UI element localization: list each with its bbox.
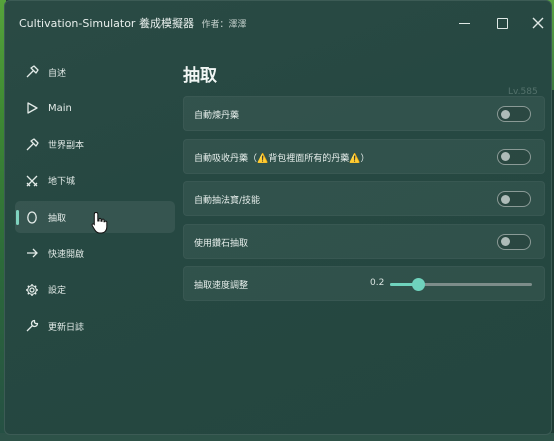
close-icon (532, 17, 544, 29)
setting-label-text: 自動吸收丹藥（ (194, 153, 258, 164)
setting-row: 自動抽法寶/技能 (183, 181, 545, 217)
setting-warning-text: 背包裡面所有的丹藥 (268, 153, 350, 164)
sidebar-item-label: 抽取 (48, 213, 67, 224)
sidebar-item-label: Main (48, 102, 72, 114)
sidebar-item-label: 設定 (48, 286, 67, 297)
setting-row: 自動煉丹藥 (183, 96, 545, 131)
close-button[interactable] (523, 11, 551, 35)
maximize-icon (496, 17, 508, 29)
app-title: Cultivation-Simulator 養成模擬器 作者：澤澤 (19, 15, 246, 31)
maximize-button[interactable] (487, 11, 517, 35)
diamond-draw-toggle[interactable] (497, 233, 531, 250)
sidebar-item-label: 自述 (48, 68, 67, 79)
setting-label: 抽取速度調整 (194, 281, 249, 292)
setting-row: 自動吸收丹藥（⚠️背包裡面所有的丹藥⚠️） (183, 138, 545, 174)
app-window: Cultivation-Simulator 養成模擬器 作者：澤澤 Lv.585… (4, 0, 552, 435)
slider-thumb[interactable] (412, 278, 426, 292)
settings-list: 自動煉丹藥 自動吸收丹藥（⚠️背包裡面所有的丹藥⚠️） 自動抽法寶/技能 使用鑽… (183, 96, 545, 309)
warning-icon: ⚠️ (349, 153, 361, 164)
draw-speed-slider[interactable] (390, 278, 532, 292)
hammer-icon (24, 137, 40, 153)
hammer-icon (24, 64, 40, 80)
setting-label: 自動煉丹藥 (194, 111, 240, 121)
sidebar-item-label: 更新日誌 (48, 322, 85, 333)
sidebar-item-quick-open[interactable]: 快速開啟 (15, 237, 175, 269)
sidebar-item-readme[interactable]: 自述 (15, 56, 175, 88)
minimize-button[interactable] (449, 11, 479, 35)
wrench-icon (24, 318, 40, 334)
play-icon (24, 100, 40, 116)
app-author: 作者：澤澤 (201, 20, 247, 30)
slider-value: 0.2 (370, 278, 385, 289)
sidebar-item-label: 快速開啟 (48, 249, 85, 260)
sidebar-item-underground-city[interactable]: 地下城 (15, 165, 175, 197)
title-bar[interactable]: Cultivation-Simulator 養成模擬器 作者：澤澤 (5, 1, 551, 45)
hand-pointer-cursor-icon (91, 211, 109, 239)
egg-icon (24, 209, 40, 225)
crossed-swords-icon (24, 173, 40, 189)
toggle-knob (501, 109, 510, 119)
active-indicator (16, 210, 19, 226)
app-title-text: Cultivation-Simulator 養成模擬器 (19, 17, 194, 30)
setting-label: 自動吸收丹藥（⚠️背包裡面所有的丹藥⚠️） (194, 151, 369, 164)
minimize-icon (458, 22, 470, 24)
setting-label: 自動抽法寶/技能 (194, 196, 261, 207)
page-title: 抽取 (183, 66, 217, 86)
sidebar-item-label: 世界副本 (48, 141, 85, 152)
warning-icon: ⚠️ (257, 153, 269, 164)
auto-refine-pills-toggle[interactable] (497, 106, 531, 122)
sidebar-item-main[interactable]: Main (15, 92, 175, 124)
toggle-knob (501, 237, 510, 247)
sidebar: 自述 Main 世界副本 地下城 抽取 快速開啟 設定 更新日誌 (15, 56, 175, 346)
sidebar-item-world-dungeon[interactable]: 世界副本 (15, 129, 175, 161)
auto-draw-treasure-toggle[interactable] (497, 191, 531, 208)
setting-row: 使用鑽石抽取 (183, 223, 545, 259)
sidebar-item-settings[interactable]: 設定 (15, 274, 175, 306)
closing-paren: ） (360, 153, 370, 164)
gear-icon (24, 282, 40, 298)
auto-absorb-pills-toggle[interactable] (497, 148, 531, 165)
setting-label: 使用鑽石抽取 (194, 238, 249, 249)
toggle-knob (501, 194, 510, 204)
arrow-right-icon (24, 245, 40, 261)
sidebar-item-changelog[interactable]: 更新日誌 (15, 310, 175, 342)
toggle-knob (501, 152, 510, 162)
sidebar-item-label: 地下城 (48, 177, 76, 188)
setting-row: 抽取速度調整 0.2 (183, 266, 545, 302)
